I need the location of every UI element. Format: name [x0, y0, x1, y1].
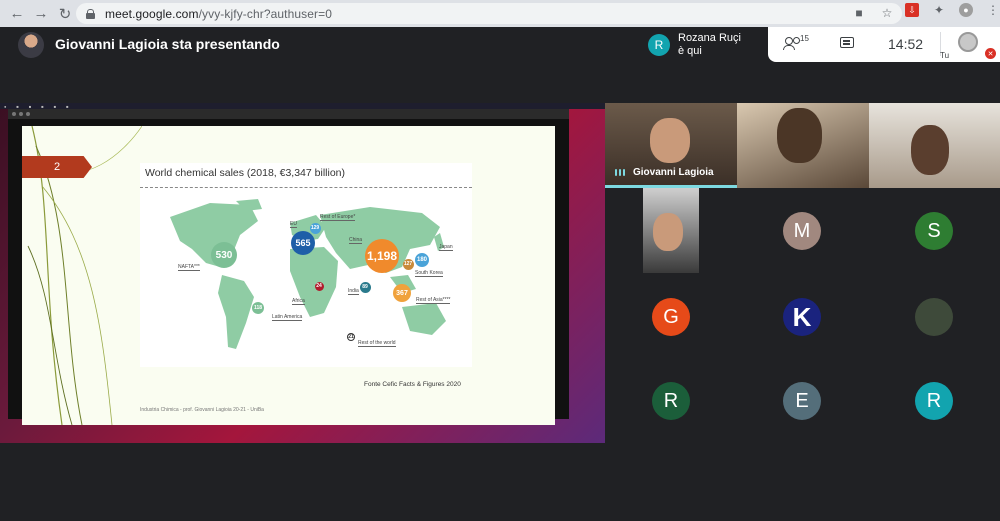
participant-video: [653, 213, 683, 251]
participant-tile-video-2[interactable]: [737, 103, 869, 188]
region-label: Rest of the world: [358, 340, 396, 347]
meeting-clock: 14:52: [888, 36, 924, 52]
region-bubble: 129: [309, 222, 321, 234]
region-bubble: 89: [359, 281, 371, 293]
window-titlebar: [8, 109, 569, 119]
participant-avatar[interactable]: E: [783, 382, 821, 420]
join-notification: R Rozana Ruçi è qui: [640, 27, 768, 62]
participant-tile-main[interactable]: Giovanni Lagioia: [605, 103, 737, 188]
chat-icon[interactable]: [840, 37, 854, 48]
world-map: [140, 197, 472, 367]
presenting-label: Giovanni Lagioia sta presentando: [55, 36, 280, 52]
participant-avatar[interactable]: R: [652, 382, 690, 420]
extensions-icon[interactable]: ✦: [932, 3, 946, 17]
participant-video: [777, 108, 822, 163]
region-bubble: 1,198: [365, 239, 399, 273]
participant-avatar[interactable]: R: [915, 382, 953, 420]
presentation-stage: ● ■ ■ ■ ■ ■ 2 World chemical sales (2018, €3,…: [0, 103, 605, 443]
self-label: Tu: [940, 51, 950, 60]
region-label: EU: [290, 221, 297, 228]
self-avatar[interactable]: [958, 32, 978, 52]
participant-avatar[interactable]: S: [915, 212, 953, 250]
region-bubble: 127: [402, 258, 414, 270]
back-icon[interactable]: ←: [5, 2, 29, 26]
notification-sub: è qui: [678, 44, 702, 57]
region-bubble: 24: [314, 281, 324, 291]
slide-title: World chemical sales (2018, €3,347 billi…: [145, 167, 345, 179]
star-icon[interactable]: ☆: [880, 6, 894, 20]
region-label: Japan: [439, 244, 453, 251]
participant-avatar[interactable]: M: [783, 212, 821, 250]
region-bubble: 530: [211, 242, 237, 268]
participants-count: 15: [800, 34, 809, 43]
menu-icon[interactable]: ⋮: [986, 3, 1000, 17]
slide-footer: Industria Chimica - prof. Giovanni Lagio…: [140, 407, 264, 413]
region-label: India: [348, 288, 359, 295]
mic-off-icon: ✕: [985, 48, 996, 59]
participant-tile-avatar-photo[interactable]: [915, 298, 953, 336]
slide-number: 2: [22, 156, 92, 178]
region-label: Latin America: [272, 314, 303, 321]
region-bubble: 565: [291, 231, 315, 255]
slide: 2 World chemical sales (2018, €3,347 bil…: [22, 126, 555, 425]
profile-icon[interactable]: ●: [959, 3, 973, 17]
speaking-icon: [615, 169, 625, 176]
region-label: Rest of Asia****: [416, 297, 451, 304]
camera-icon[interactable]: ■: [852, 6, 866, 20]
region-bubble: 180: [415, 253, 429, 267]
participant-tile-video-4[interactable]: [643, 188, 699, 273]
region-label: NAFTA***: [178, 264, 200, 271]
meeting-controls: 15 14:52 Tu ✕: [768, 27, 1000, 62]
meet-top-bar: Giovanni Lagioia sta presentando R Rozan…: [0, 27, 1000, 63]
slide-frame: 2 World chemical sales (2018, €3,347 bil…: [8, 119, 569, 425]
browser-toolbar: ← → ↻ meet.google.com/yvy-kjfy-chr?authu…: [0, 0, 1000, 27]
url-text: meet.google.com/yvy-kjfy-chr?authuser=0: [105, 6, 333, 21]
participant-avatar[interactable]: G: [652, 298, 690, 336]
forward-icon[interactable]: →: [29, 2, 53, 26]
region-bubble: 21: [347, 333, 355, 341]
pdf-extension-icon[interactable]: ⇩: [905, 3, 919, 17]
region-bubble: 367: [393, 284, 411, 302]
world-map-shape: [170, 199, 446, 349]
notification-avatar: R: [648, 33, 670, 56]
region-label: South Korea: [415, 270, 443, 277]
region-label: Rest of Europe*: [320, 214, 356, 221]
slide-source: Fonte Cefic Facts & Figures 2020: [364, 381, 461, 388]
participant-avatar[interactable]: K: [783, 298, 821, 336]
participant-grid: Giovanni Lagioia M S G K R E R: [605, 103, 1000, 443]
participant-tile-video-3[interactable]: [869, 103, 1000, 188]
address-bar[interactable]: meet.google.com/yvy-kjfy-chr?authuser=0 …: [76, 3, 902, 24]
presenter-avatar: [18, 32, 44, 58]
lock-icon: [86, 8, 95, 19]
region-label: China: [349, 237, 363, 244]
region-label: Africa: [292, 298, 305, 305]
notification-name: Rozana Ruçi: [678, 31, 741, 44]
reload-icon[interactable]: ↻: [53, 2, 77, 26]
region-bubble: 118: [252, 302, 264, 314]
participant-name: Giovanni Lagioia: [633, 167, 714, 178]
participant-video: [650, 118, 690, 163]
participant-video: [911, 125, 949, 175]
